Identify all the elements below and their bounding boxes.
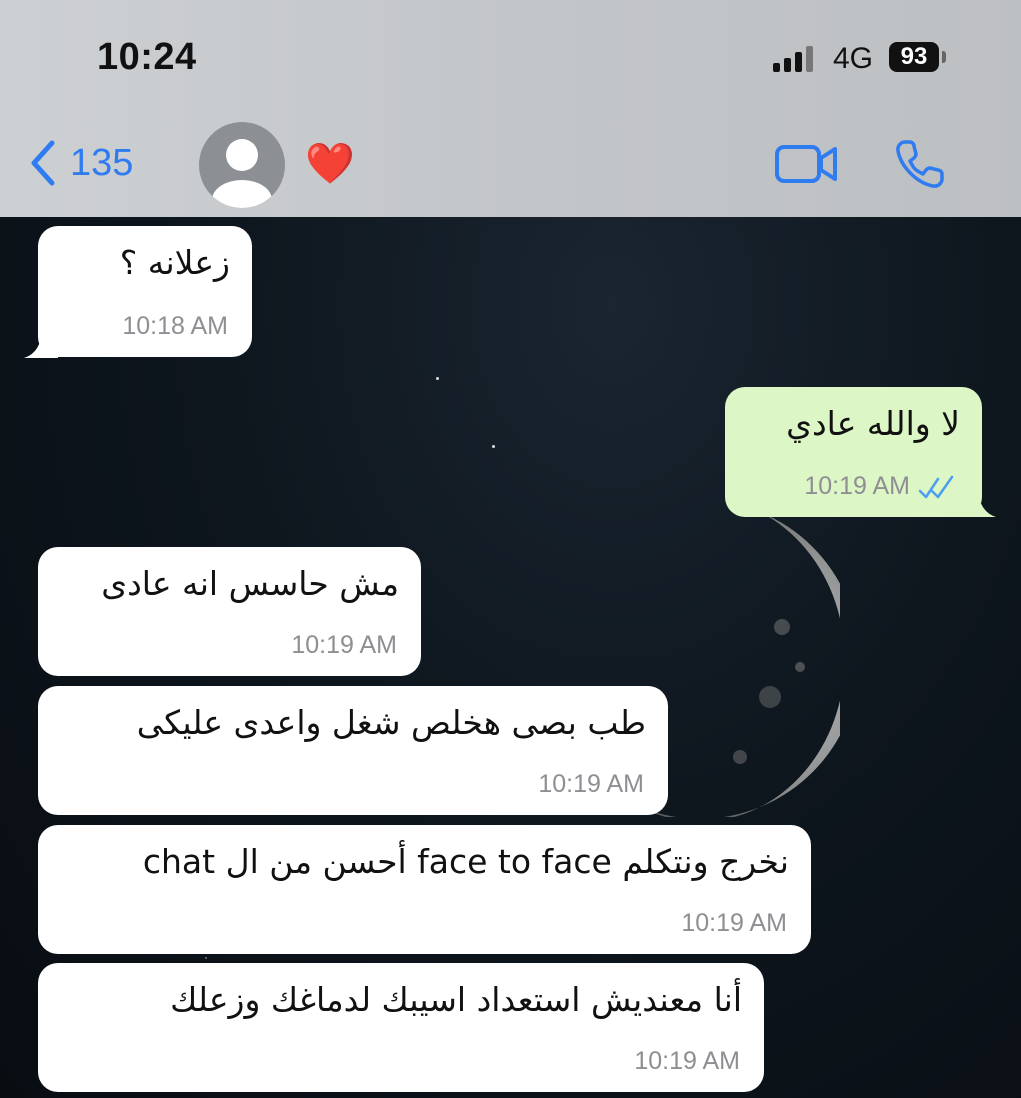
- message-time: 10:18 AM: [122, 312, 228, 341]
- status-time: 10:24: [97, 36, 197, 78]
- avatar-placeholder-icon: [212, 139, 272, 208]
- time-label: 10:18 AM: [122, 312, 228, 340]
- star: [205, 957, 207, 959]
- message-bubble-incoming[interactable]: مش حاسس انه عادى 10:19 AM: [38, 547, 421, 676]
- message-time: 10:19 AM: [538, 770, 644, 799]
- time-label: 10:19 AM: [538, 770, 644, 798]
- time-label: 10:19 AM: [291, 631, 397, 659]
- message-text: لا والله عادي: [786, 404, 960, 443]
- unread-count: 135: [70, 141, 134, 184]
- read-receipt-icon: [918, 475, 954, 498]
- message-time: 10:19 AM: [804, 472, 958, 501]
- bubble-tail-outgoing: [962, 485, 996, 517]
- battery-nub: [942, 51, 946, 63]
- message-text: مش حاسس انه عادى: [101, 564, 399, 603]
- message-bubble-outgoing[interactable]: لا والله عادي 10:19 AM: [725, 387, 982, 517]
- cellular-signal-icon: [773, 44, 813, 72]
- video-call-icon: [775, 145, 837, 183]
- message-text: زعلانه ؟: [119, 243, 230, 282]
- message-time: 10:19 AM: [291, 631, 397, 660]
- time-label: 10:19 AM: [634, 1047, 740, 1075]
- star: [436, 377, 439, 380]
- chevron-left-icon: [31, 140, 55, 186]
- message-bubble-incoming[interactable]: طب بصى هخلص شغل واعدى عليكى 10:19 AM: [38, 686, 668, 815]
- back-button[interactable]: 135: [30, 140, 133, 186]
- message-text: طب بصى هخلص شغل واعدى عليكى: [136, 703, 646, 742]
- star: [492, 445, 495, 448]
- chat-header: 10:24 4G 93 135 ❤️: [0, 0, 1021, 217]
- message-bubble-incoming[interactable]: نخرج ونتكلم face to face أحسن من ال chat…: [38, 825, 811, 954]
- message-time: 10:19 AM: [634, 1047, 740, 1076]
- time-label: 10:19 AM: [804, 472, 910, 500]
- contact-name[interactable]: ❤️: [305, 140, 355, 188]
- video-call-button[interactable]: [775, 144, 839, 189]
- message-bubble-incoming[interactable]: زعلانه ؟ 10:18 AM: [38, 226, 252, 357]
- bubble-tail-incoming: [24, 326, 58, 358]
- network-type: 4G: [833, 42, 874, 75]
- message-text: أنا معنديش استعداد اسيبك لدماغك وزعلك: [170, 980, 742, 1019]
- message-text: نخرج ونتكلم face to face أحسن من ال chat: [142, 842, 789, 881]
- message-time: 10:19 AM: [681, 909, 787, 938]
- phone-icon: [896, 140, 944, 188]
- battery-indicator: 93: [889, 42, 939, 72]
- time-label: 10:19 AM: [681, 909, 787, 937]
- voice-call-button[interactable]: [893, 137, 947, 196]
- avatar[interactable]: [199, 122, 285, 208]
- message-bubble-incoming[interactable]: أنا معنديش استعداد اسيبك لدماغك وزعلك 10…: [38, 963, 764, 1092]
